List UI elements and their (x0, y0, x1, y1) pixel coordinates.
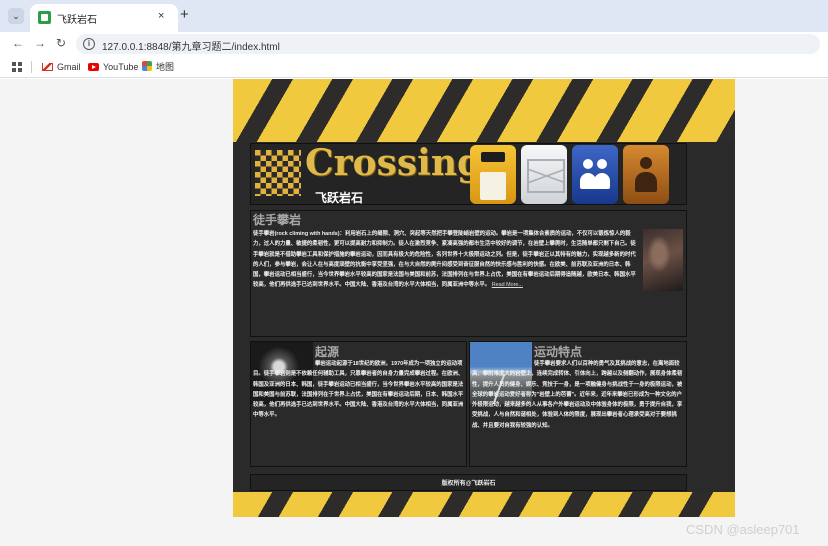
bookmark-label: Gmail (57, 62, 81, 72)
tab-strip: ⌄ 飞跃岩石 × + (0, 0, 828, 32)
tab-search-button[interactable]: ⌄ (8, 8, 24, 24)
features-title: 运动特点 (534, 345, 583, 359)
intro-title: 徒手攀岩 (253, 213, 302, 227)
logo-text: Crossing (305, 142, 483, 184)
site-footer: 版权所有@飞跃岩石 (250, 474, 687, 491)
bookmark-label: YouTube (103, 62, 139, 72)
contact-icon[interactable] (623, 145, 669, 204)
tab-close-button[interactable]: × (158, 10, 164, 22)
site-page: Crossing 飞跃岩石 徒手攀岩 徒手攀岩(rock climing wit… (233, 79, 735, 517)
bookmark-youtube[interactable]: YouTube (88, 61, 138, 73)
maps-icon (142, 61, 152, 71)
origin-body: 攀岩运动起源于18世纪的欧洲，1970年成为一项独立的运动项目。徒手攀岩则是不依… (253, 361, 464, 419)
browser-toolbar: ← → ↻ i 127.0.0.1:8848/第九章习题二/index.html (0, 32, 828, 56)
hazard-stripes-top (233, 79, 735, 142)
tab-title: 飞跃岩石 (57, 15, 97, 26)
climber-image (643, 229, 683, 291)
forward-arrow-icon[interactable]: → (34, 36, 46, 50)
intro-text: 徒手攀岩(rock climing with hands)：利用岩石上的缝隙、洞… (253, 231, 636, 289)
disk-icon[interactable] (470, 145, 516, 204)
new-tab-button[interactable]: + (180, 7, 189, 23)
hazard-stripes-bottom (233, 492, 735, 517)
features-body: 徒手攀岩要求人们以百种的勇气及其挑战的意志，在离地面较高、攀附难度大的岩壁上，连… (472, 361, 683, 429)
logo-diamond-icon (255, 150, 301, 196)
origin-panel: 起源 攀岩运动起源于18世纪的欧洲，1970年成为一项独立的运动项目。徒手攀岩则… (250, 341, 467, 467)
intro-body: 徒手攀岩(rock climing with hands)：利用岩石上的缝隙、洞… (253, 229, 640, 291)
youtube-icon (88, 63, 99, 71)
active-tab[interactable]: 飞跃岩石 × (30, 4, 178, 32)
site-info-icon[interactable]: i (83, 38, 95, 50)
users-icon[interactable] (572, 145, 618, 204)
apps-grid-icon[interactable] (12, 62, 22, 72)
site-name: 飞跃岩石 (315, 191, 364, 205)
origin-title: 起源 (315, 345, 340, 359)
site-header: Crossing 飞跃岩石 (250, 142, 687, 205)
page-viewport: Crossing 飞跃岩石 徒手攀岩 徒手攀岩(rock climing wit… (0, 79, 828, 546)
intro-section: 徒手攀岩 徒手攀岩(rock climing with hands)：利用岩石上… (250, 210, 687, 337)
page-favicon-icon (38, 11, 51, 24)
bookmark-label: 地图 (156, 62, 175, 72)
back-arrow-icon[interactable]: ← (12, 36, 24, 50)
gmail-icon (42, 63, 53, 71)
bookmarks-bar: Gmail YouTube 地图 (0, 56, 828, 78)
read-more-link[interactable]: Read More... (492, 282, 523, 288)
address-bar[interactable]: i 127.0.0.1:8848/第九章习题二/index.html (76, 34, 820, 54)
features-panel: 运动特点 徒手攀岩要求人们以百种的勇气及其挑战的意志，在离地面较高、攀附难度大的… (469, 341, 687, 467)
bookmark-divider (31, 61, 32, 73)
copyright-text: 版权所有@飞跃岩石 (441, 481, 496, 487)
mail-icon[interactable] (521, 145, 567, 204)
address-url[interactable]: 127.0.0.1:8848/第九章习题二/index.html (102, 38, 280, 53)
reload-icon[interactable]: ↻ (56, 36, 66, 50)
bookmark-maps[interactable]: 地图 (142, 61, 174, 73)
bookmark-gmail[interactable]: Gmail (42, 61, 81, 73)
csdn-watermark: CSDN @asleep701 (686, 522, 800, 537)
